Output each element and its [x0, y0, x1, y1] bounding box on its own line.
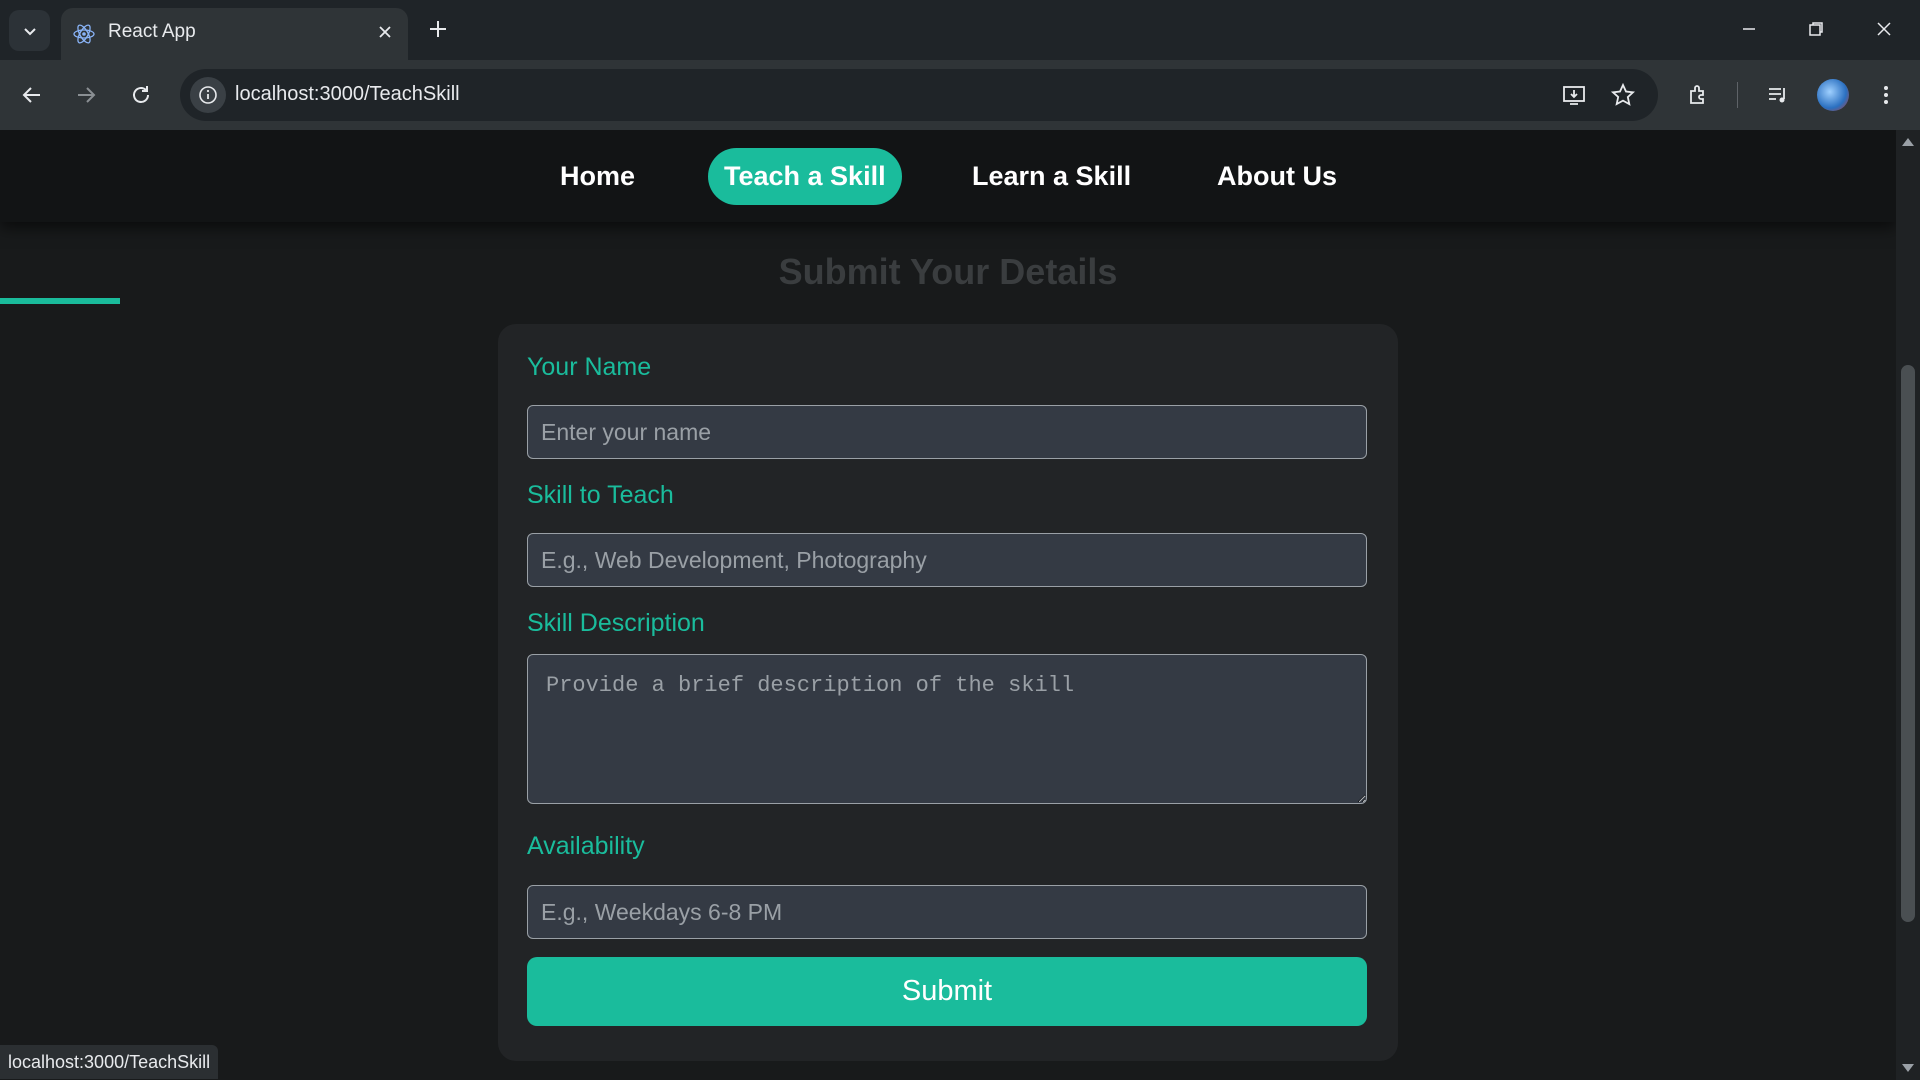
new-tab-icon[interactable] [425, 16, 451, 42]
nav-home[interactable]: Home [544, 148, 651, 205]
more-menu-icon[interactable] [1871, 80, 1901, 110]
site-info-icon[interactable] [190, 77, 226, 113]
chevron-down-icon [23, 27, 36, 35]
site-navbar: Home Teach a Skill Learn a Skill About U… [0, 130, 1896, 222]
reload-icon[interactable] [126, 80, 156, 110]
page-scrollbar[interactable] [1896, 130, 1920, 1080]
browser-toolbar: localhost:3000/TeachSkill [0, 60, 1920, 130]
forward-icon[interactable] [71, 80, 101, 110]
availability-input[interactable] [527, 885, 1367, 939]
tab-search-button[interactable] [9, 10, 50, 51]
restore-icon[interactable] [1801, 14, 1831, 44]
accent-underline [0, 298, 120, 304]
browser-tab[interactable]: React App [61, 8, 408, 60]
submit-button[interactable]: Submit [527, 957, 1367, 1026]
tab-close-icon[interactable] [373, 20, 397, 44]
description-label: Skill Description [527, 609, 705, 637]
nav-about-us[interactable]: About Us [1201, 148, 1353, 205]
close-window-icon[interactable] [1869, 14, 1899, 44]
media-control-icon[interactable] [1763, 80, 1793, 110]
install-app-icon[interactable] [1561, 82, 1587, 108]
availability-label: Availability [527, 832, 645, 860]
scroll-up-arrow-icon[interactable] [1902, 138, 1914, 146]
page-title: Submit Your Details [778, 251, 1118, 292]
link-status-bubble: localhost:3000/TeachSkill [0, 1045, 219, 1079]
skill-label: Skill to Teach [527, 481, 674, 509]
skill-input[interactable] [527, 533, 1367, 587]
bookmark-star-icon[interactable] [1610, 82, 1636, 108]
address-bar[interactable]: localhost:3000/TeachSkill [180, 69, 1658, 121]
name-input[interactable] [527, 405, 1367, 459]
scroll-down-arrow-icon[interactable] [1902, 1064, 1914, 1072]
description-textarea[interactable] [527, 654, 1367, 804]
name-label: Your Name [527, 353, 652, 381]
minimize-icon[interactable] [1734, 14, 1764, 44]
profile-avatar[interactable] [1817, 79, 1849, 111]
browser-tab-strip: React App [0, 0, 1920, 60]
scrollbar-thumb[interactable] [1901, 365, 1915, 922]
tab-title: React App [108, 21, 196, 42]
teach-skill-form: Your Name Skill to Teach Skill Descripti… [498, 324, 1398, 1061]
url-text: localhost:3000/TeachSkill [235, 83, 460, 105]
nav-learn-a-skill[interactable]: Learn a Skill [956, 148, 1147, 205]
nav-teach-a-skill[interactable]: Teach a Skill [708, 148, 902, 205]
toolbar-divider [1737, 82, 1738, 108]
page-viewport: Home Teach a Skill Learn a Skill About U… [0, 130, 1896, 1080]
extensions-icon[interactable] [1684, 80, 1714, 110]
react-icon [73, 24, 95, 44]
back-icon[interactable] [17, 80, 47, 110]
